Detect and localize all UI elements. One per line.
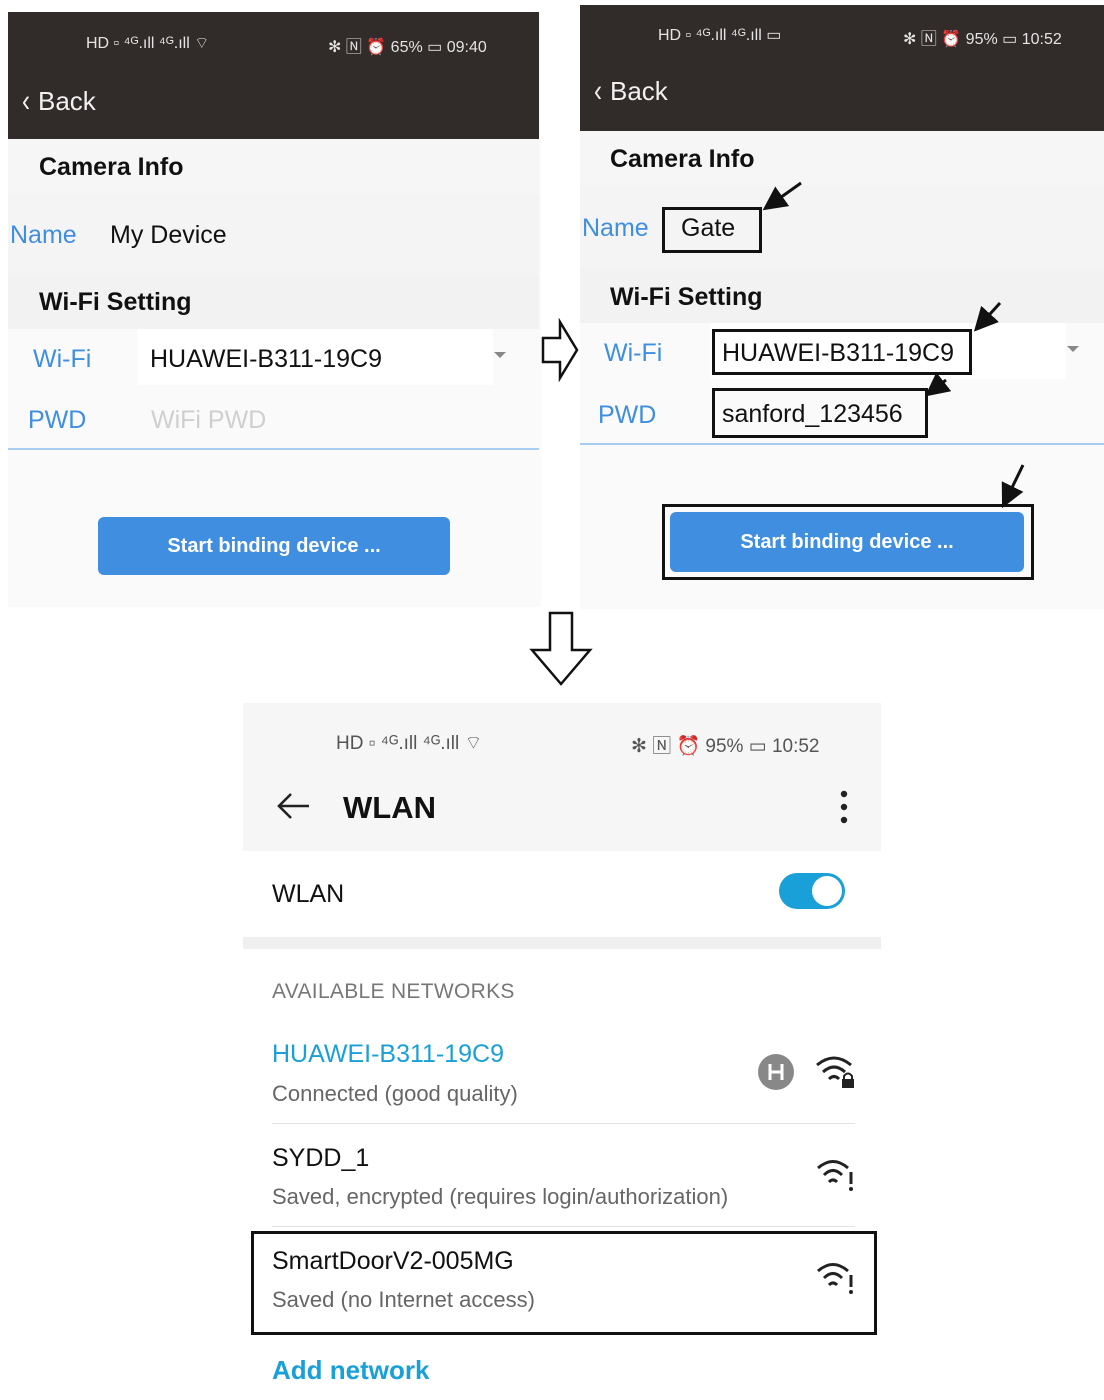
- annotation-arrow-icon: [973, 301, 1002, 332]
- available-networks-header: AVAILABLE NETWORKS: [272, 980, 515, 1003]
- network-name: SmartDoorV2-005MG: [272, 1247, 514, 1275]
- wlan-status-right: ✻ 🄽 ⏰ 95% ▭ 10:52: [631, 736, 820, 757]
- annotation-arrow-icon: [924, 372, 952, 397]
- network-status: Connected (good quality): [272, 1081, 518, 1106]
- add-network-link[interactable]: Add network: [272, 1355, 429, 1386]
- wifi-lock-icon: [816, 1056, 854, 1088]
- wifi-alert-icon: [817, 1160, 853, 1191]
- network-item-sydd[interactable]: [243, 1125, 881, 1225]
- toggle-switch-icon[interactable]: [779, 873, 845, 909]
- wlan-toggle-label: WLAN: [272, 880, 345, 908]
- network-status: Saved (no Internet access): [272, 1287, 535, 1312]
- network-divider: [272, 1123, 855, 1124]
- network-name: SYDD_1: [272, 1144, 370, 1172]
- wlan-section-gap: [243, 937, 881, 949]
- hotspot-share-icon[interactable]: [757, 1053, 795, 1091]
- more-vert-icon[interactable]: [837, 789, 851, 825]
- wlan-status-left: HD ▫ ⁴ᴳ.ıll ⁴ᴳ.ıll ⌔: [336, 733, 483, 754]
- network-name: HUAWEI-B311-19C9: [272, 1040, 505, 1068]
- wlan-page-title: WLAN: [343, 790, 436, 825]
- wlan-phone-screen: HD ▫ ⁴ᴳ.ıll ⁴ᴳ.ıll ⌔ ✻ 🄽 ⏰ 95% ▭ 10:52 W…: [243, 703, 881, 1400]
- network-status: Saved, encrypted (requires login/authori…: [272, 1184, 729, 1209]
- back-arrow-icon[interactable]: [275, 791, 311, 821]
- toggle-knob: [812, 876, 842, 906]
- wifi-alert-icon: [817, 1263, 853, 1294]
- wlan-top-area: [243, 703, 881, 851]
- network-divider: [272, 1226, 855, 1227]
- annotation-arrow-icon: [762, 181, 802, 211]
- flow-arrow-down-icon: [529, 611, 593, 686]
- annotation-arrow-icon: [1001, 464, 1025, 509]
